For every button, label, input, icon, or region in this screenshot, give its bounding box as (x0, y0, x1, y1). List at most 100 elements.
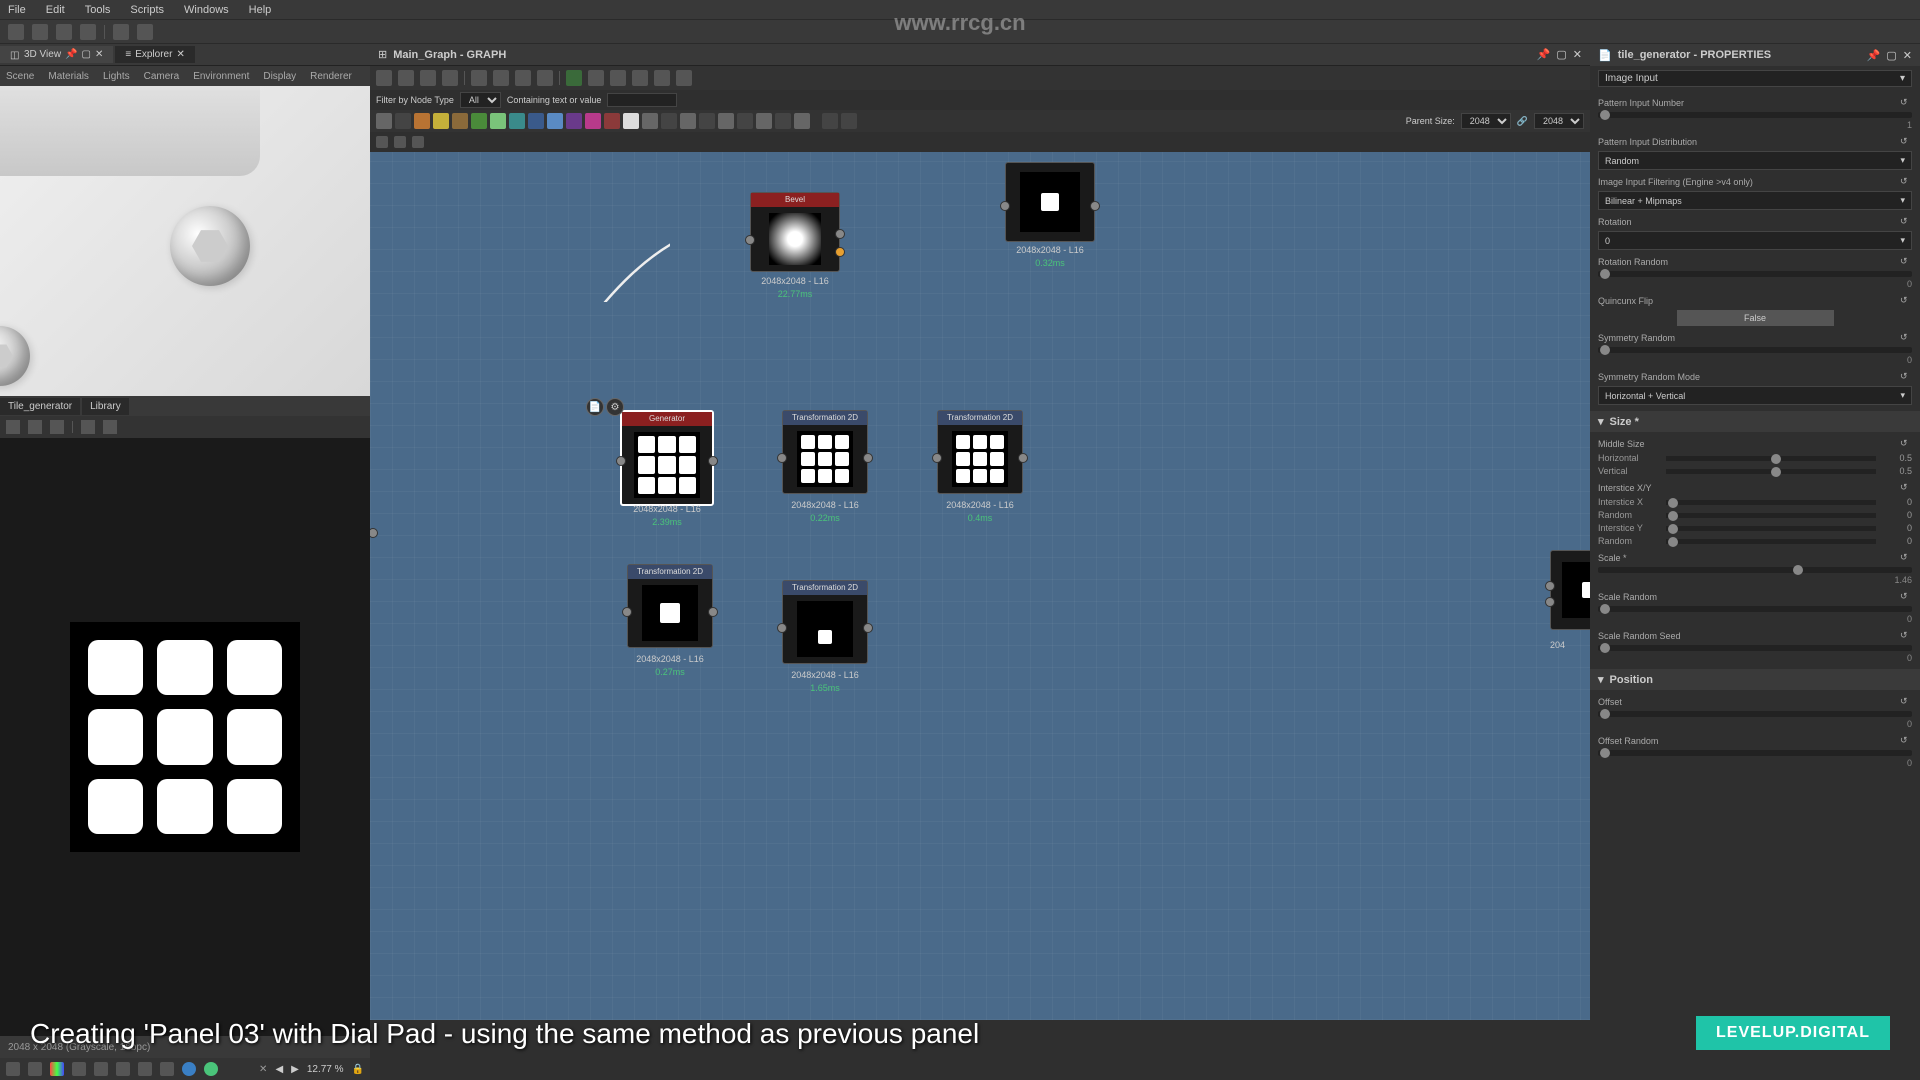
sub-tool-2[interactable] (394, 136, 406, 148)
palette-pink[interactable] (585, 113, 601, 129)
option2-icon[interactable] (103, 420, 117, 434)
text-icon[interactable] (420, 70, 436, 86)
slider-random-y[interactable] (1666, 539, 1876, 544)
input-port[interactable] (622, 607, 632, 617)
palette-brown[interactable] (452, 113, 468, 129)
save-icon[interactable] (28, 420, 42, 434)
link-icon[interactable] (493, 70, 509, 86)
input-port[interactable] (616, 456, 626, 466)
menu-help[interactable]: Help (249, 4, 272, 16)
pin-icon[interactable]: 📌 (1867, 49, 1881, 62)
output-port-1[interactable] (835, 229, 845, 239)
input-port[interactable] (745, 235, 755, 245)
lock-icon[interactable]: 🔗 (1517, 116, 1528, 127)
reset-icon[interactable]: ↺ (1900, 295, 1912, 307)
node-transform-c[interactable]: Transformation 2D (627, 564, 713, 648)
output-port[interactable] (708, 456, 718, 466)
output-port-2[interactable] (835, 247, 845, 257)
palette-green[interactable] (471, 113, 487, 129)
sub-tool-3[interactable] (412, 136, 424, 148)
reset-icon[interactable]: ↺ (1900, 256, 1912, 268)
palette-preset1[interactable] (822, 113, 838, 129)
menu-windows[interactable]: Windows (184, 4, 229, 16)
next-icon[interactable]: ▶ (291, 1064, 299, 1075)
slider-vertical[interactable] (1666, 469, 1876, 474)
ruler-icon[interactable] (116, 1062, 130, 1076)
rgb-icon[interactable] (50, 1062, 64, 1076)
close-icon[interactable]: ✕ (1573, 48, 1582, 61)
reset-icon[interactable]: ↺ (1900, 136, 1912, 148)
window-icon[interactable]: ▢ (82, 49, 91, 60)
python-icon[interactable] (566, 70, 582, 86)
close-icon[interactable]: ✕ (176, 49, 184, 60)
layers-icon[interactable] (6, 1062, 20, 1076)
slider-offset-random[interactable] (1598, 750, 1912, 756)
tile-preview[interactable] (0, 438, 370, 1036)
reset-icon[interactable]: ↺ (1900, 176, 1912, 188)
lock-icon[interactable]: 🔒 (352, 1064, 364, 1075)
menu-edit[interactable]: Edit (46, 4, 65, 16)
channel-icon[interactable] (28, 1062, 42, 1076)
search-icon[interactable] (471, 70, 487, 86)
palette-lgreen[interactable] (490, 113, 506, 129)
view-icon[interactable] (676, 70, 692, 86)
parent-size-h[interactable]: 2048 (1534, 113, 1584, 129)
tab-library[interactable]: Library (82, 398, 129, 415)
histogram-icon[interactable] (160, 1062, 174, 1076)
slider-pattern-input-number[interactable] (1598, 112, 1912, 118)
close-icon[interactable]: ✕ (95, 49, 103, 60)
palette-purple[interactable] (566, 113, 582, 129)
view-tab-camera[interactable]: Camera (144, 71, 180, 82)
filter-text-input[interactable] (607, 93, 677, 107)
select-symmetry-mode[interactable]: Horizontal + Vertical▾ (1598, 386, 1912, 405)
filter-type-select[interactable]: All (460, 92, 501, 108)
palette-dg2[interactable] (661, 113, 677, 129)
crop-icon[interactable] (94, 1062, 108, 1076)
palette-dg4[interactable] (737, 113, 753, 129)
palette-yellow[interactable] (433, 113, 449, 129)
palette-g2[interactable] (642, 113, 658, 129)
section-size[interactable]: ▾Size * (1590, 411, 1920, 432)
view-tab-scene[interactable]: Scene (6, 71, 34, 82)
palette-dgray[interactable] (395, 113, 411, 129)
node-cutoff[interactable] (1550, 550, 1590, 630)
reset-icon[interactable]: ↺ (1900, 332, 1912, 344)
select-icon[interactable] (376, 70, 392, 86)
input-port[interactable] (777, 453, 787, 463)
home-icon[interactable] (8, 24, 24, 40)
slider-scale[interactable] (1598, 567, 1912, 573)
graph-canvas[interactable]: Bevel 2048x2048 - L16 22.77ms 2048x2048 … (370, 152, 1590, 1020)
palette-orange[interactable] (414, 113, 430, 129)
palette-lblue[interactable] (547, 113, 563, 129)
slider-symmetry-random[interactable] (1598, 347, 1912, 353)
view-tab-environment[interactable]: Environment (193, 71, 249, 82)
grid-icon[interactable] (72, 1062, 86, 1076)
palette-g4[interactable] (718, 113, 734, 129)
view-tab-lights[interactable]: Lights (103, 71, 130, 82)
select-rotation[interactable]: 0▾ (1598, 231, 1912, 250)
reset-icon[interactable]: ↺ (1900, 482, 1912, 494)
target-icon[interactable] (398, 70, 414, 86)
settings-icon[interactable] (632, 70, 648, 86)
slider-interstice-x[interactable] (1666, 500, 1876, 505)
node-bevel[interactable]: Bevel (750, 192, 840, 272)
view-tab-materials[interactable]: Materials (48, 71, 89, 82)
input-port[interactable] (777, 623, 787, 633)
section-position[interactable]: ▾Position (1590, 669, 1920, 690)
reset-icon[interactable]: ↺ (1900, 735, 1912, 747)
tab-explorer[interactable]: ≡ Explorer ✕ (115, 46, 194, 63)
tab-3d-view[interactable]: ◫ 3D View 📌 ▢ ✕ (0, 46, 113, 63)
close-preview-icon[interactable]: ✕ (259, 1064, 267, 1075)
edit-icon[interactable] (654, 70, 670, 86)
view-tab-display[interactable]: Display (263, 71, 296, 82)
input-port-1[interactable] (1545, 581, 1555, 591)
palette-preset2[interactable] (841, 113, 857, 129)
reset-icon[interactable]: ↺ (1900, 630, 1912, 642)
reset-icon[interactable]: ↺ (1900, 696, 1912, 708)
palette-gray[interactable] (376, 113, 392, 129)
menu-file[interactable]: File (8, 4, 26, 16)
frame-icon[interactable] (537, 70, 553, 86)
info-icon[interactable] (138, 1062, 152, 1076)
slider-rotation-random[interactable] (1598, 271, 1912, 277)
reset-icon[interactable]: ↺ (1900, 216, 1912, 228)
